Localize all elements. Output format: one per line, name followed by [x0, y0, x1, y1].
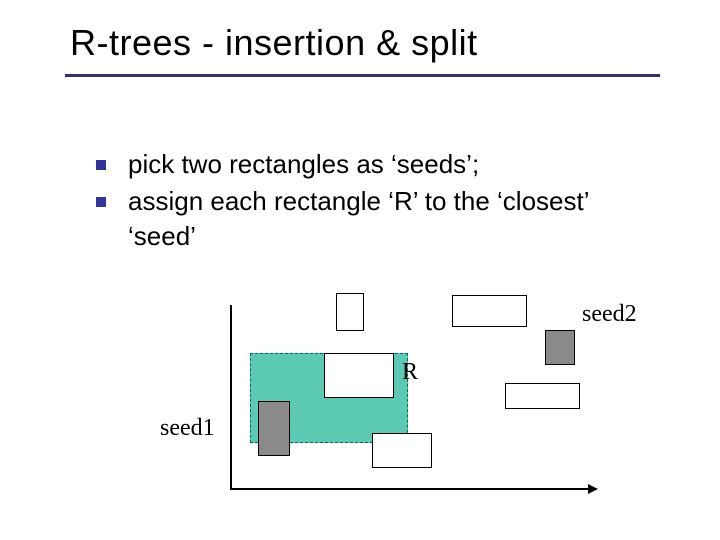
seed1-rect — [258, 401, 290, 456]
bullet-icon — [96, 160, 106, 170]
rect-bottom-right — [505, 383, 580, 409]
seed2-rect — [545, 330, 575, 365]
axis-x-arrow — [230, 488, 590, 490]
slide-title: R-trees - insertion & split — [70, 22, 720, 64]
rect-R — [324, 353, 394, 398]
list-item: assign each rectangle ‘R’ to the ‘closes… — [96, 184, 656, 254]
bullet-text: pick two rectangles as ‘seeds’; — [128, 147, 479, 182]
diagram-area: seed1 seed2 R — [140, 305, 660, 515]
bullet-text: assign each rectangle ‘R’ to the ‘closes… — [128, 184, 656, 254]
label-R: R — [402, 359, 418, 386]
rect-below-R — [372, 433, 432, 468]
axis-y — [230, 305, 232, 490]
label-seed1: seed1 — [160, 415, 215, 442]
label-seed2: seed2 — [582, 301, 637, 328]
title-underline — [65, 74, 660, 77]
rect-top-right — [452, 295, 527, 327]
list-item: pick two rectangles as ‘seeds’; — [96, 147, 656, 182]
rect-small-top — [336, 293, 364, 331]
bullet-icon — [96, 197, 106, 207]
bullet-list: pick two rectangles as ‘seeds’; assign e… — [96, 147, 656, 254]
